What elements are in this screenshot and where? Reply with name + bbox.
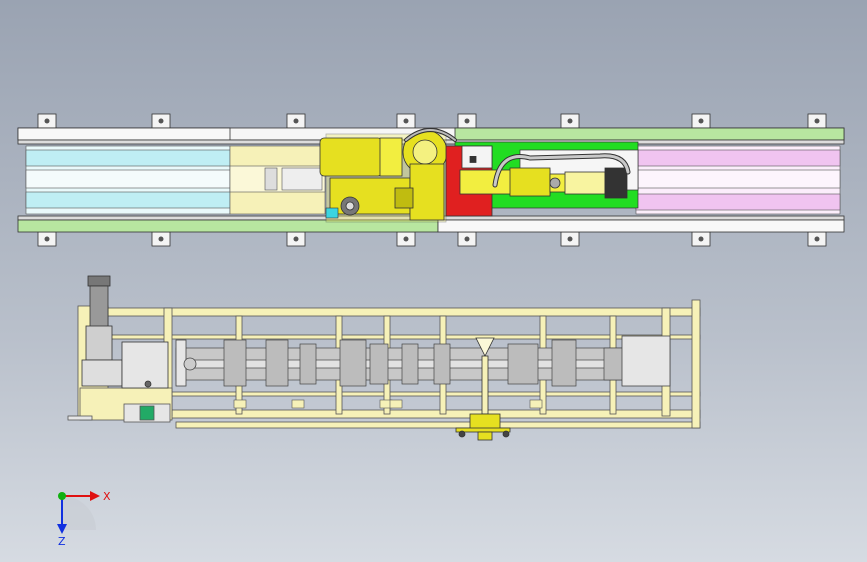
vertical-motor[interactable] (81, 275, 169, 389)
cad-drawing: ▦ X Z (17, 113, 845, 548)
cad-viewport[interactable]: ▦ X Z (0, 0, 867, 562)
x-axis-label: X (103, 490, 111, 503)
cyan-bracket (325, 207, 339, 219)
svg-text:▦: ▦ (470, 154, 476, 165)
bottom-mount-brackets (37, 231, 827, 247)
spindle-shaft (175, 347, 665, 381)
right-bed-panels (635, 145, 841, 215)
z-axis-label: Z (58, 535, 66, 548)
top-view-assembly[interactable]: ▦ (17, 113, 845, 247)
middle-bed-panels (229, 145, 326, 215)
lower-supports (233, 399, 543, 409)
y-axis-dot (58, 492, 66, 500)
top-mount-brackets (37, 113, 827, 129)
robot-arm-top[interactable] (319, 129, 448, 223)
coordinate-triad: X Z (57, 490, 111, 548)
front-view-assembly[interactable] (67, 275, 701, 441)
left-bed-panels (25, 145, 231, 215)
end-effector[interactable] (459, 167, 628, 199)
